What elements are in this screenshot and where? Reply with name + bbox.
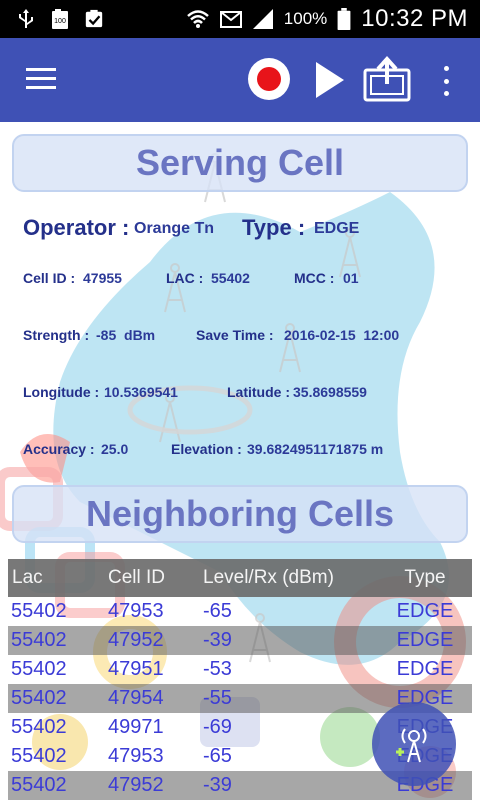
table-row[interactable]: 55402 47953 -65 EDGE <box>8 597 472 626</box>
record-button[interactable] <box>248 58 290 100</box>
cell-lac: 55402 <box>11 745 67 767</box>
cell-cellid: 47952 <box>108 774 164 796</box>
latitude-value: 35.8698559 <box>293 384 367 400</box>
app-toolbar <box>0 38 480 122</box>
cell-cellid: 47953 <box>108 745 164 767</box>
signal-icon <box>252 9 273 29</box>
cell-type: EDGE <box>396 629 454 651</box>
strength-value: -85 dBm <box>96 327 156 343</box>
cell-cellid: 49971 <box>108 716 164 738</box>
operator-label: Operator : <box>23 215 130 240</box>
cell-level: -39 <box>203 774 232 796</box>
table-row[interactable]: 55402 47951 -53 EDGE <box>8 655 472 684</box>
type-value: EDGE <box>314 220 360 237</box>
cell-lac: 55402 <box>11 629 67 651</box>
cellid-value: 47955 <box>83 270 122 286</box>
hamburger-menu-icon[interactable] <box>26 68 56 92</box>
clipboard-check-icon <box>85 9 103 28</box>
mcc-value: 01 <box>343 270 359 286</box>
main-content: Serving Cell Operator : Orange Tn Type :… <box>0 122 480 800</box>
cell-lac: 55402 <box>11 716 67 738</box>
column-header-type: Type <box>404 567 446 588</box>
cell-lac: 55402 <box>11 658 67 680</box>
battery-icon <box>337 8 351 30</box>
status-bar: 100 100% 10:32 PM <box>0 0 480 38</box>
cell-level: -65 <box>203 600 232 622</box>
column-header-lac: Lac <box>12 567 43 588</box>
table-row[interactable]: 55402 47952 -39 EDGE <box>8 626 472 655</box>
antenna-add-icon <box>396 728 427 763</box>
type-label: Type : <box>242 215 306 240</box>
email-icon <box>219 11 242 28</box>
cell-cellid: 47951 <box>108 658 164 680</box>
savetime-label: Save Time : <box>196 327 274 343</box>
add-antenna-fab[interactable] <box>372 702 456 786</box>
upload-icon[interactable] <box>362 54 412 104</box>
play-icon[interactable] <box>312 60 346 100</box>
cell-level: -53 <box>203 658 232 680</box>
neighboring-cells-title: Neighboring Cells <box>85 493 395 534</box>
cell-level: -65 <box>203 745 232 767</box>
cell-lac: 55402 <box>11 600 67 622</box>
operator-value: Orange Tn <box>134 220 215 237</box>
cell-level: -39 <box>203 629 232 651</box>
column-header-cellid: Cell ID <box>108 567 166 588</box>
accuracy-value: 25.0 <box>101 441 129 457</box>
serving-cell-title: Serving Cell <box>135 142 345 183</box>
longitude-label: Longitude : <box>23 384 100 400</box>
clock: 10:32 PM <box>361 5 468 32</box>
cell-lac: 55402 <box>11 687 67 709</box>
lac-value: 55402 <box>211 270 250 286</box>
cell-cellid: 47953 <box>108 600 164 622</box>
usb-icon <box>19 9 33 28</box>
latitude-label: Latitude : <box>227 384 290 400</box>
cell-cellid: 47954 <box>108 687 164 709</box>
strength-label: Strength : <box>23 327 90 343</box>
cell-type: EDGE <box>396 658 454 680</box>
savetime-value: 2016-02-15 12:00 <box>284 327 400 343</box>
elevation-label: Elevation : <box>171 441 242 457</box>
table-header: Lac Cell ID Level/Rx (dBm) Type <box>8 559 472 597</box>
battery-full-small-icon: 100 <box>52 9 68 29</box>
cell-level: -69 <box>203 716 232 738</box>
cell-cellid: 47952 <box>108 629 164 651</box>
lac-label: LAC : <box>166 270 204 286</box>
serving-cell-header: Serving Cell <box>12 134 468 192</box>
more-vert-icon[interactable] <box>436 66 456 96</box>
svg-text:100: 100 <box>54 18 66 25</box>
record-icon <box>257 67 281 91</box>
cellid-label: Cell ID : <box>23 270 76 286</box>
mcc-label: MCC : <box>294 270 335 286</box>
wifi-icon <box>186 10 209 28</box>
battery-percent: 100% <box>283 9 328 28</box>
neighboring-cells-header: Neighboring Cells <box>12 485 468 543</box>
cell-level: -55 <box>203 687 232 709</box>
accuracy-label: Accuracy : <box>23 441 95 457</box>
longitude-value: 10.5369541 <box>104 384 178 400</box>
column-header-level: Level/Rx (dBm) <box>203 567 334 588</box>
elevation-value: 39.6824951171875 m <box>247 441 384 457</box>
cell-lac: 55402 <box>11 774 67 796</box>
cell-type: EDGE <box>396 600 454 622</box>
